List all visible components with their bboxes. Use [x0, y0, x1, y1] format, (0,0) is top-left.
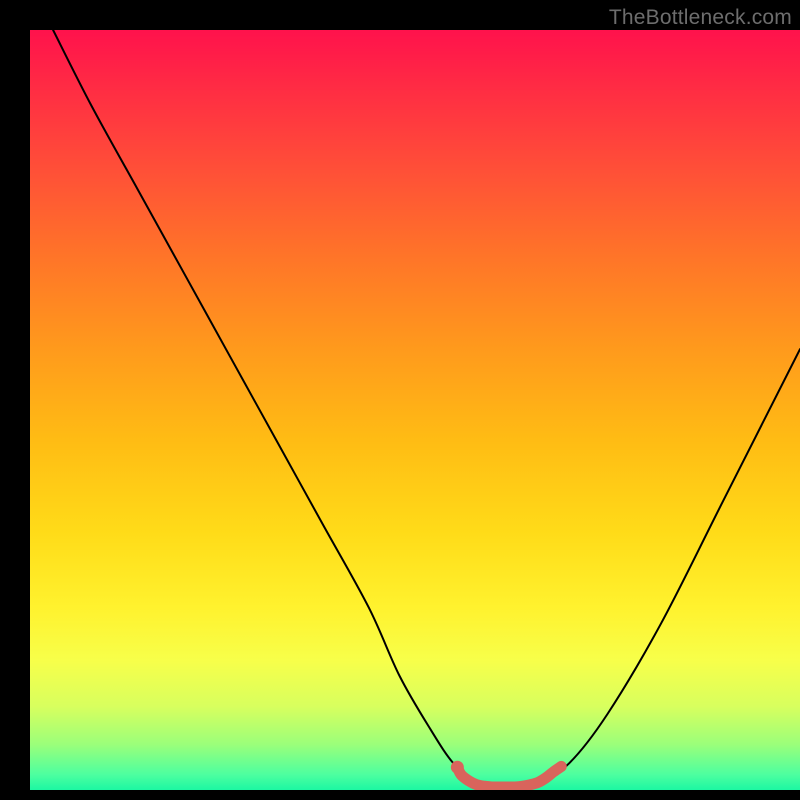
bottleneck-curve — [53, 30, 800, 788]
plot-area — [30, 30, 800, 790]
chart-frame: TheBottleneck.com — [0, 0, 800, 800]
bottom-highlight-right — [492, 766, 561, 787]
highlight-start-dot — [451, 761, 464, 774]
chart-svg — [30, 30, 800, 790]
watermark-text: TheBottleneck.com — [609, 6, 792, 30]
